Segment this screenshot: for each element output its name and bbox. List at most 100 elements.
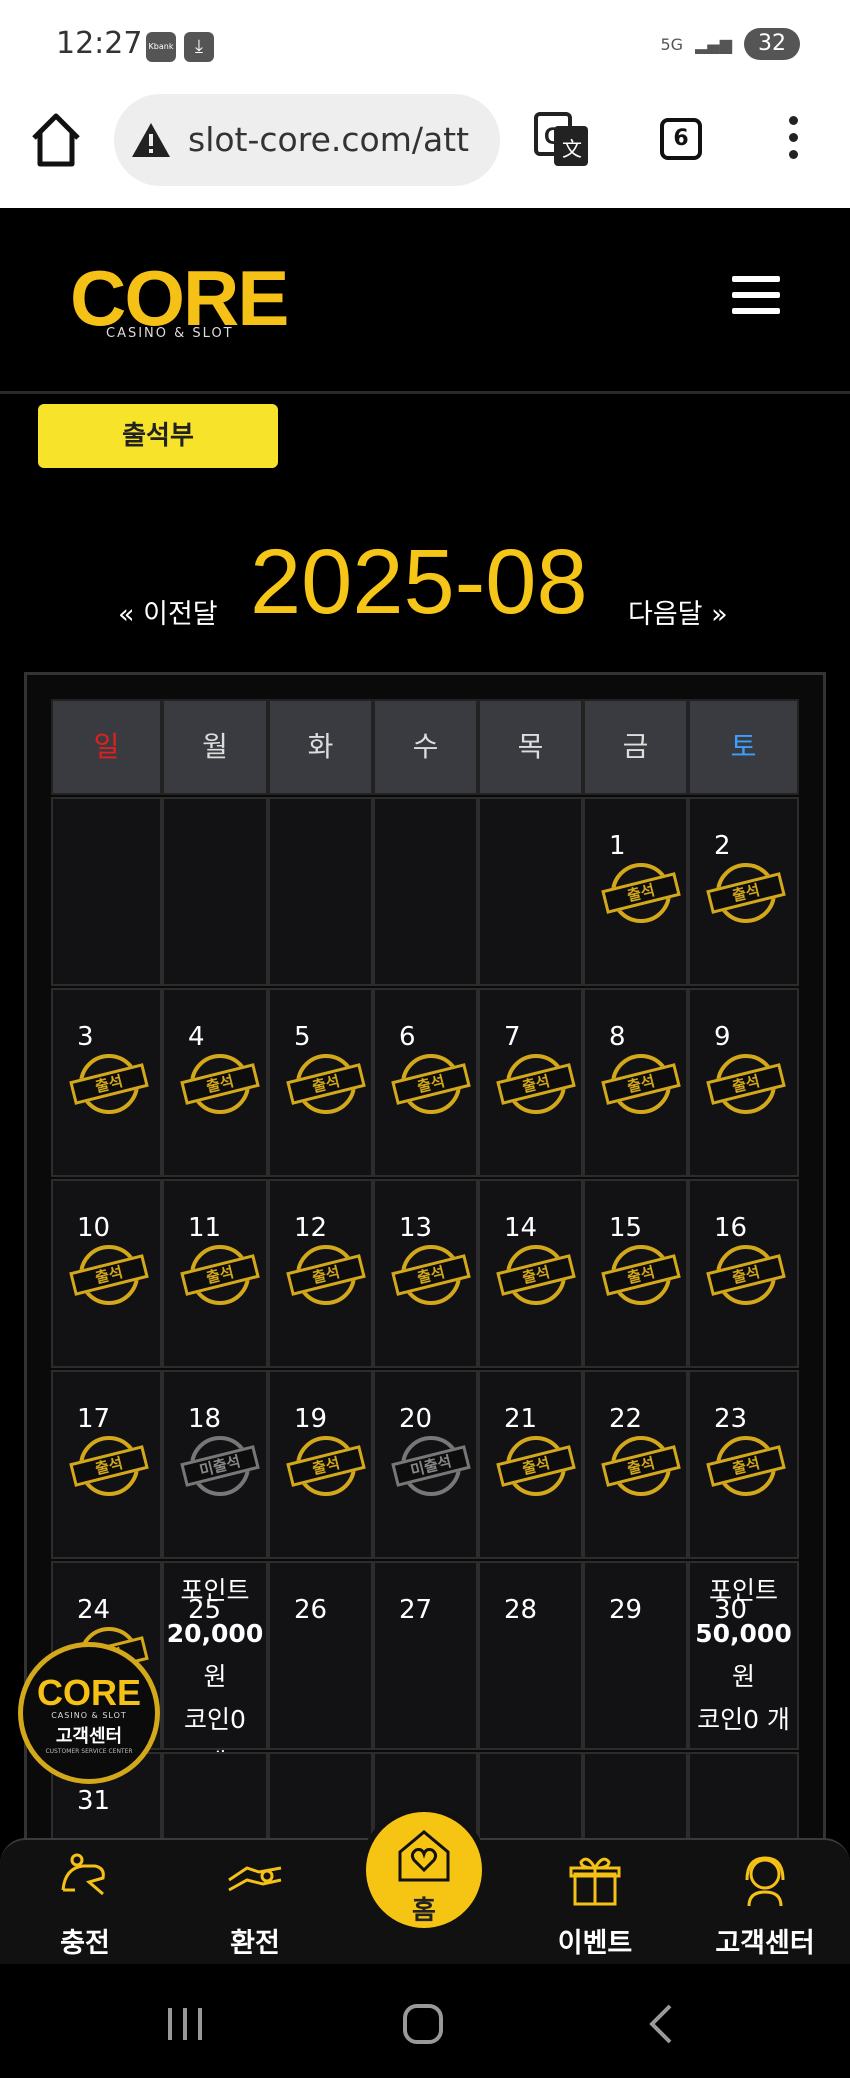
signal-icon: ▂▄▆ (695, 34, 732, 54)
weekday-header: 일월화수목금토 (51, 699, 803, 795)
day-number: 8 (609, 1022, 626, 1052)
day-number: 25 (188, 1595, 222, 1625)
next-month-link[interactable]: 다음달 » (628, 592, 728, 631)
translate-icon[interactable]: G 文 (534, 112, 590, 168)
day-cell-30: 포인트 50,000 원 코인0 개 30 (688, 1561, 799, 1750)
month-title: 2025-08 (250, 531, 588, 633)
day-number: 28 (504, 1595, 538, 1625)
day-number: 10 (77, 1213, 111, 1243)
attended-stamp-icon: 출석 (180, 1245, 260, 1305)
attended-stamp-icon: 출석 (391, 1245, 471, 1305)
day-cell-28: 28 (478, 1561, 583, 1750)
day-cell-12: 12 출석 (268, 1179, 373, 1368)
nav-exchange[interactable]: 환전 (180, 1850, 330, 1960)
nav-charge[interactable]: 충전 (10, 1850, 160, 1960)
home-system-icon[interactable] (398, 2002, 448, 2046)
day-number: 31 (77, 1786, 111, 1816)
day-cell-7: 7 출석 (478, 988, 583, 1177)
day-cell-10: 10 출석 (51, 1179, 162, 1368)
attended-stamp-icon: 출석 (69, 1054, 149, 1114)
nav-support[interactable]: 고객센터 (690, 1850, 840, 1960)
nav-support-label: 고객센터 (715, 1928, 815, 1959)
customer-service-badge[interactable]: CORE CASINO & SLOT 고객센터 CUSTOMER SERVICE… (18, 1642, 160, 1784)
more-options-icon[interactable] (784, 116, 802, 166)
home-icon[interactable] (30, 110, 82, 170)
day-cell-15: 15 출석 (583, 1179, 688, 1368)
kbank-app-icon: Kbank (146, 32, 176, 62)
attended-stamp-icon: 출석 (69, 1436, 149, 1496)
day-cell-21: 21 출석 (478, 1370, 583, 1559)
day-cell-23: 23 출석 (688, 1370, 799, 1559)
day-number: 5 (294, 1022, 311, 1052)
day-cell-19: 19 출석 (268, 1370, 373, 1559)
day-cell-17: 17 출석 (51, 1370, 162, 1559)
attended-stamp-icon: 출석 (706, 1245, 786, 1305)
attended-stamp-icon: 출석 (601, 1245, 681, 1305)
day-cell-25: 포인트20,000원코인0개25 (162, 1561, 268, 1777)
attended-stamp-icon: 출석 (601, 1054, 681, 1114)
day-number: 19 (294, 1404, 328, 1434)
day-number: 30 (714, 1595, 748, 1625)
day-number: 20 (399, 1404, 433, 1434)
day-cell-16: 16 출석 (688, 1179, 799, 1368)
nav-exchange-label: 환전 (230, 1928, 280, 1959)
status-time: 12:27 (56, 26, 143, 61)
core-logo[interactable]: CORE CASINO & SLOT (70, 258, 290, 348)
day-cell-13: 13 출석 (373, 1179, 478, 1368)
weekday-1: 월 (162, 699, 268, 795)
empty-day-cell (162, 797, 268, 986)
attended-stamp-icon: 출석 (286, 1436, 366, 1496)
network-icon: 5G (660, 34, 684, 54)
weekday-2: 화 (268, 699, 373, 795)
attended-stamp-icon: 출석 (496, 1436, 576, 1496)
tab-switcher-button[interactable]: 6 (660, 118, 702, 160)
nav-event[interactable]: 이벤트 (520, 1850, 670, 1960)
calendar-week: 24출석포인트20,000원코인0개2526272829포인트50,000원코인… (51, 1561, 803, 1777)
day-cell-2: 2 출석 (688, 797, 799, 986)
attended-stamp-icon: 출석 (69, 1245, 149, 1305)
recent-apps-icon[interactable] (160, 2002, 210, 2046)
headset-icon (745, 1856, 785, 1907)
attended-stamp-icon: 출석 (496, 1245, 576, 1305)
prev-month-link[interactable]: « 이전달 (118, 592, 218, 631)
day-cell-11: 11 출석 (162, 1179, 268, 1368)
month-navigation: « 이전달 2025-08 다음달 » (0, 530, 850, 640)
hamburger-menu-icon[interactable] (732, 276, 780, 316)
day-number: 18 (188, 1404, 222, 1434)
weekday-5: 금 (583, 699, 688, 795)
day-cell-5: 5 출석 (268, 988, 373, 1177)
back-icon[interactable] (636, 2002, 686, 2046)
empty-day-cell (373, 797, 478, 986)
warning-icon[interactable] (130, 120, 172, 160)
day-cell-27: 27 (373, 1561, 478, 1750)
attended-stamp-icon: 출석 (391, 1054, 471, 1114)
empty-day-cell (268, 797, 373, 986)
weekday-3: 수 (373, 699, 478, 795)
status-indicators: 5G ▂▄▆ 32 (660, 28, 800, 60)
day-cell-9: 9 출석 (688, 988, 799, 1177)
day-cell-20: 20 미출석 (373, 1370, 478, 1559)
day-number: 2 (714, 831, 731, 861)
empty-day-cell (51, 797, 162, 986)
attended-stamp-icon: 출석 (286, 1245, 366, 1305)
url-bar[interactable]: slot-core.com/att (114, 94, 500, 186)
day-cell-3: 3 출석 (51, 988, 162, 1177)
charge-icon (61, 1853, 105, 1896)
calendar-grid: 일월화수목금토 1 출석 2 출석 3 출석 4 출석 5 출석 6 출석 7 출석 8 출석 9 출석 10 출석 1… (51, 699, 803, 1941)
day-cell-1: 1 출석 (583, 797, 688, 986)
home-heart-icon (398, 1830, 450, 1882)
nav-home-button[interactable]: 홈 (360, 1806, 488, 1934)
calendar-week: 17 출석 18 미출석 19 출석 20 미출석 21 출석 22 출석 23 출석 (51, 1370, 803, 1559)
attendance-button[interactable]: 출석부 (38, 404, 278, 468)
calendar-week: 10 출석 11 출석 12 출석 13 출석 14 출석 15 출석 16 출석 (51, 1179, 803, 1368)
day-number: 15 (609, 1213, 643, 1243)
day-number: 7 (504, 1022, 521, 1052)
svg-text:文: 文 (562, 137, 582, 161)
system-navigation-bar (0, 1964, 850, 2078)
url-text[interactable]: slot-core.com/att (188, 120, 488, 159)
day-number: 6 (399, 1022, 416, 1052)
attended-stamp-icon: 출석 (601, 863, 681, 923)
day-number: 14 (504, 1213, 538, 1243)
day-cell-8: 8 출석 (583, 988, 688, 1177)
day-cell-26: 26 (268, 1561, 373, 1750)
